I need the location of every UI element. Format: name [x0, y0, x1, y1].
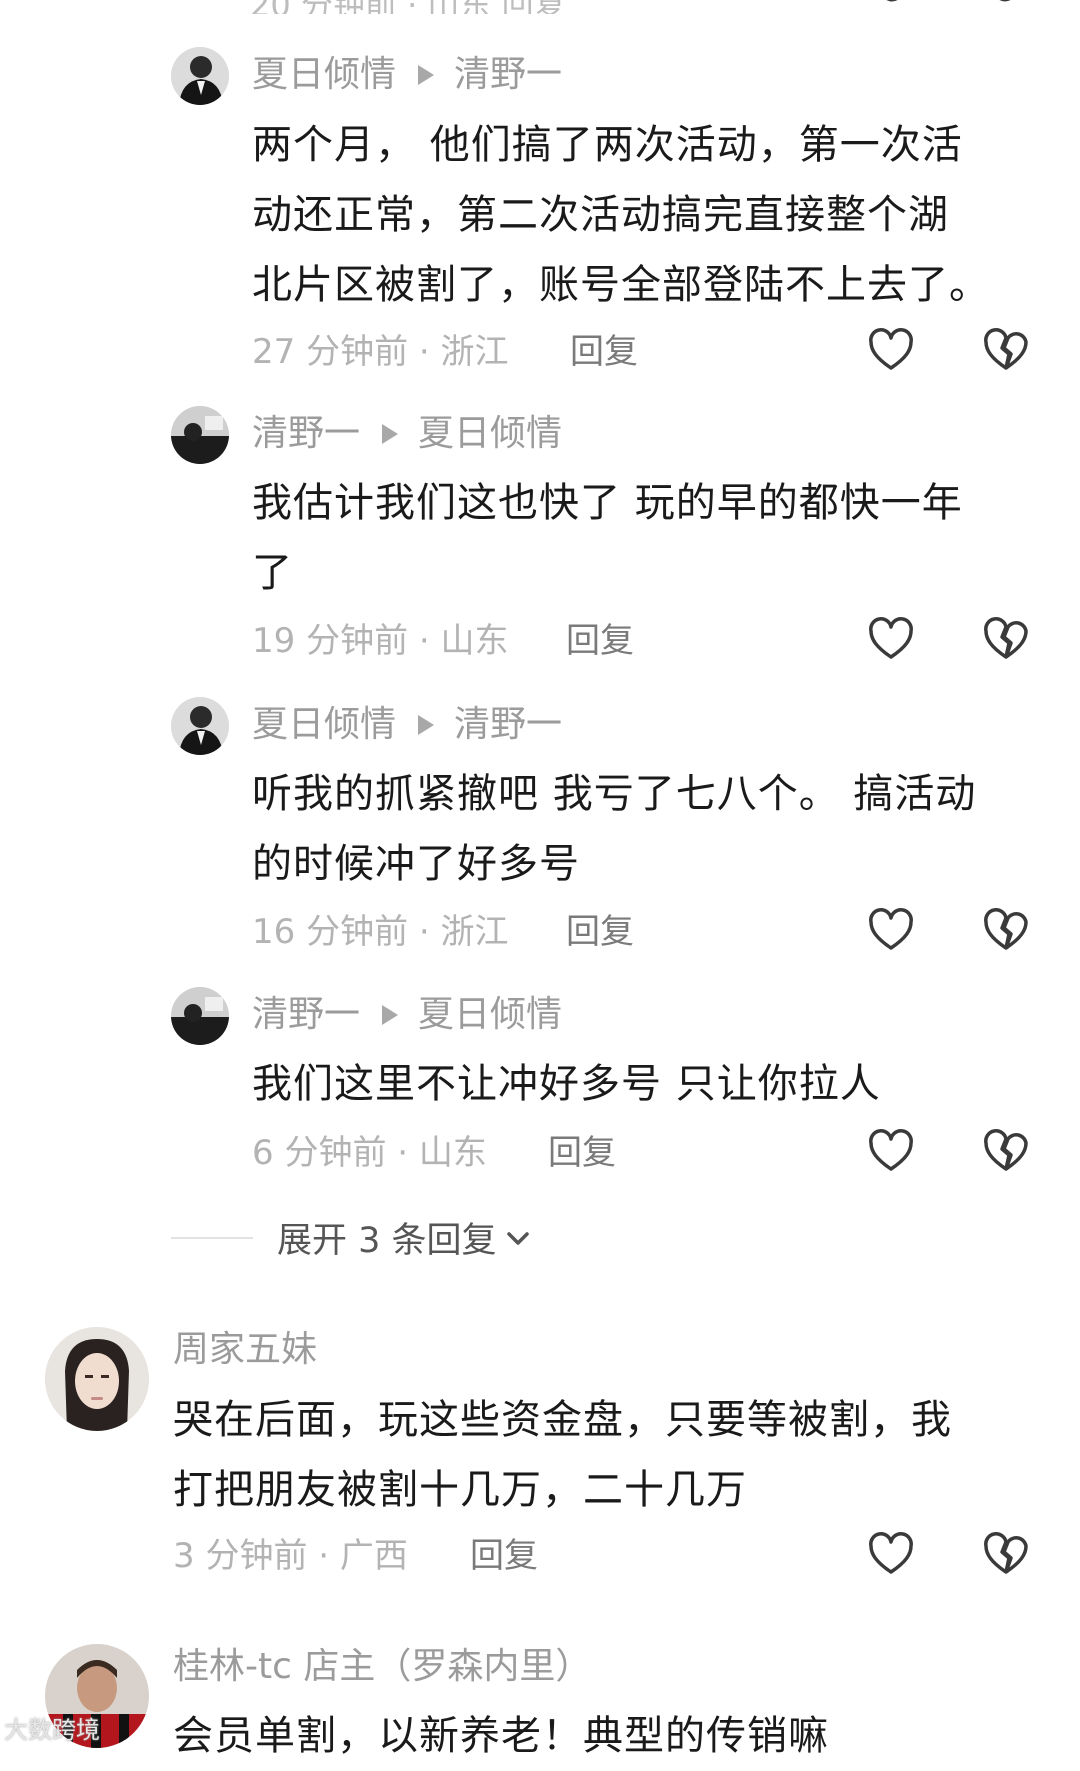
comment-header: 周家五妹 — [173, 1328, 317, 1372]
comment-meta: 3 分钟前 · 广西 — [173, 1536, 408, 1576]
comment-header: 清野一 夏日倾情 — [252, 412, 562, 456]
comment-line: 了 — [252, 550, 293, 596]
comment-meta: 19 分钟前 · 山东 — [252, 621, 509, 661]
divider — [171, 1236, 253, 1239]
username[interactable]: 夏日倾情 — [252, 53, 396, 97]
avatar[interactable] — [171, 406, 229, 464]
heart-outline-icon[interactable] — [868, 328, 914, 374]
comment-body: 哭在后面，玩这些资金盘，只要等被割，我 打把朋友被割十几万，二十几万 — [173, 1385, 952, 1525]
reply-arrow-icon — [418, 65, 435, 85]
expand-replies-label: 展开 3 条回复 — [277, 1221, 497, 1261]
comment-line: 北片区被割了，账号全部登陆不上去了。 — [252, 262, 990, 308]
previous-meta: 20 分钟前 · 山东 回复 — [250, 0, 566, 14]
comment-line: 两个月， 他们搞了两次活动，第一次活 — [252, 122, 963, 168]
username[interactable]: 夏日倾情 — [252, 703, 396, 747]
reply-to-username[interactable]: 夏日倾情 — [418, 412, 562, 456]
comment-line: 的时候冲了好多号 — [252, 841, 580, 887]
avatar[interactable] — [45, 1327, 149, 1431]
comment-body: 听我的抓紧撤吧 我亏了七八个。 搞活动 的时候冲了好多号 — [252, 759, 976, 899]
comment-body: 会员单割，以新养老！典型的传销嘛 — [173, 1701, 829, 1771]
avatar[interactable] — [171, 697, 229, 755]
comment-line: 动还正常，第二次活动搞完直接整个湖 — [252, 192, 949, 238]
reply-arrow-icon — [418, 715, 435, 735]
comment-meta: 6 分钟前 · 山东 — [252, 1133, 487, 1173]
comment-meta: 27 分钟前 · 浙江 — [252, 332, 509, 372]
comment-header: 夏日倾情 清野一 — [252, 703, 562, 747]
heart-outline-icon[interactable] — [868, 1532, 914, 1578]
comment-body: 我们这里不让冲好多号 只让你拉人 — [252, 1049, 881, 1119]
reply-button[interactable]: 回复 — [570, 330, 638, 374]
username[interactable]: 桂林-tc 店主（罗森内里） — [173, 1645, 591, 1689]
broken-heart-icon[interactable] — [983, 328, 1029, 374]
heart-outline-icon[interactable] — [868, 617, 914, 663]
avatar[interactable] — [171, 47, 229, 105]
reply-button[interactable]: 回复 — [548, 1131, 616, 1175]
heart-outline-icon[interactable] — [868, 908, 914, 954]
previous-comment-fragment: 20 分钟前 · 山东 回复 — [0, 0, 1080, 14]
comment-line: 听我的抓紧撤吧 我亏了七八个。 搞活动 — [252, 771, 977, 817]
reply-to-username[interactable]: 夏日倾情 — [418, 993, 562, 1037]
username[interactable]: 周家五妹 — [173, 1328, 317, 1372]
comment-header: 清野一 夏日倾情 — [252, 993, 562, 1037]
reply-button[interactable]: 回复 — [470, 1534, 538, 1578]
comment-line: 我估计我们这也快了 玩的早的都快一年 — [252, 480, 963, 526]
comment-body: 两个月， 他们搞了两次活动，第一次活 动还正常，第二次活动搞完直接整个湖 北片区… — [252, 110, 990, 320]
avatar[interactable] — [171, 987, 229, 1045]
heart-outline-icon[interactable] — [868, 1129, 914, 1175]
reply-arrow-icon — [382, 424, 399, 444]
broken-heart-icon[interactable] — [985, 0, 1025, 8]
broken-heart-icon[interactable] — [983, 1129, 1029, 1175]
username[interactable]: 清野一 — [252, 412, 360, 456]
comment-header: 夏日倾情 清野一 — [252, 53, 562, 97]
heart-outline-icon[interactable] — [872, 0, 912, 8]
chevron-down-icon — [506, 1231, 529, 1245]
expand-replies-button[interactable]: 展开 3 条回复 — [171, 1212, 531, 1263]
reply-arrow-icon — [382, 1005, 399, 1025]
comment-line: 我们这里不让冲好多号 只让你拉人 — [252, 1061, 881, 1107]
comment-line: 会员单割，以新养老！典型的传销嘛 — [173, 1713, 829, 1759]
reply-to-username[interactable]: 清野一 — [454, 53, 562, 97]
broken-heart-icon[interactable] — [983, 908, 1029, 954]
broken-heart-icon[interactable] — [983, 617, 1029, 663]
comment-header: 桂林-tc 店主（罗森内里） — [173, 1645, 591, 1689]
comment-meta: 16 分钟前 · 浙江 — [252, 912, 509, 952]
reply-to-username[interactable]: 清野一 — [454, 703, 562, 747]
comment-body: 我估计我们这也快了 玩的早的都快一年 了 — [252, 468, 963, 608]
reply-button[interactable]: 回复 — [566, 619, 634, 663]
comment-line: 打把朋友被割十几万，二十几万 — [173, 1467, 747, 1513]
broken-heart-icon[interactable] — [983, 1532, 1029, 1578]
username[interactable]: 清野一 — [252, 993, 360, 1037]
reply-button[interactable]: 回复 — [566, 910, 634, 954]
comment-line: 哭在后面，玩这些资金盘，只要等被割，我 — [173, 1397, 952, 1443]
watermark: 大数跨境 — [4, 1716, 100, 1744]
